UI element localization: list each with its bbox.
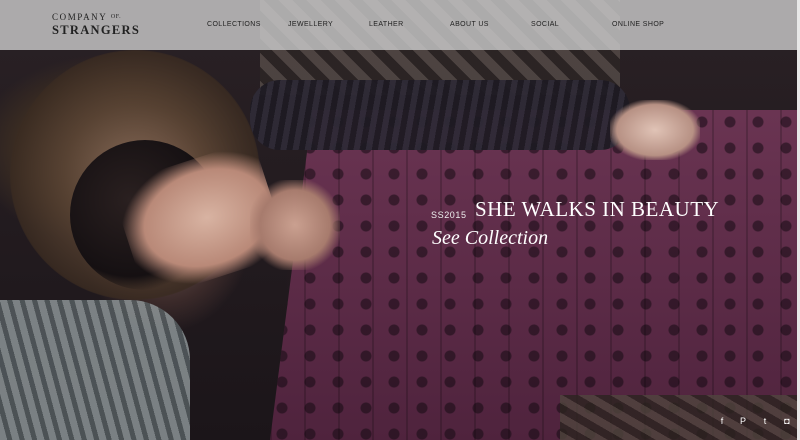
nav-online-shop[interactable]: ONLINE SHOP <box>612 21 664 28</box>
facebook-icon[interactable]: f <box>716 415 728 427</box>
sleeve <box>250 80 630 150</box>
brand-line2: STRANGERS <box>52 23 141 37</box>
nav-leather[interactable]: LEATHER <box>369 21 404 28</box>
brand-logo[interactable]: COMPANY OF. STRANGERS <box>52 13 152 37</box>
instagram-icon[interactable]: ◘ <box>781 415 793 427</box>
neck <box>250 180 340 270</box>
striped-pillow <box>0 300 190 440</box>
hero-headline: SHE WALKS IN BEAUTY <box>475 197 720 221</box>
pinterest-icon[interactable]: P <box>737 415 749 427</box>
nav-jewellery[interactable]: JEWELLERY <box>288 21 333 28</box>
brand-of: OF. <box>110 14 122 20</box>
nav-collections[interactable]: COLLECTIONS <box>207 21 261 28</box>
see-collection-link[interactable]: See Collection <box>432 227 548 250</box>
top-navbar: COMPANY OF. STRANGERS COLLECTIONS JEWELL… <box>0 0 800 50</box>
twitter-icon[interactable]: t <box>759 415 771 427</box>
hand <box>610 100 700 160</box>
dress <box>270 110 800 440</box>
nav-social[interactable]: SOCIAL <box>531 21 559 28</box>
season-label: SS2015 <box>431 210 467 220</box>
brand-line1: COMPANY <box>52 12 108 22</box>
nav-about-us[interactable]: ABOUT US <box>450 21 489 28</box>
